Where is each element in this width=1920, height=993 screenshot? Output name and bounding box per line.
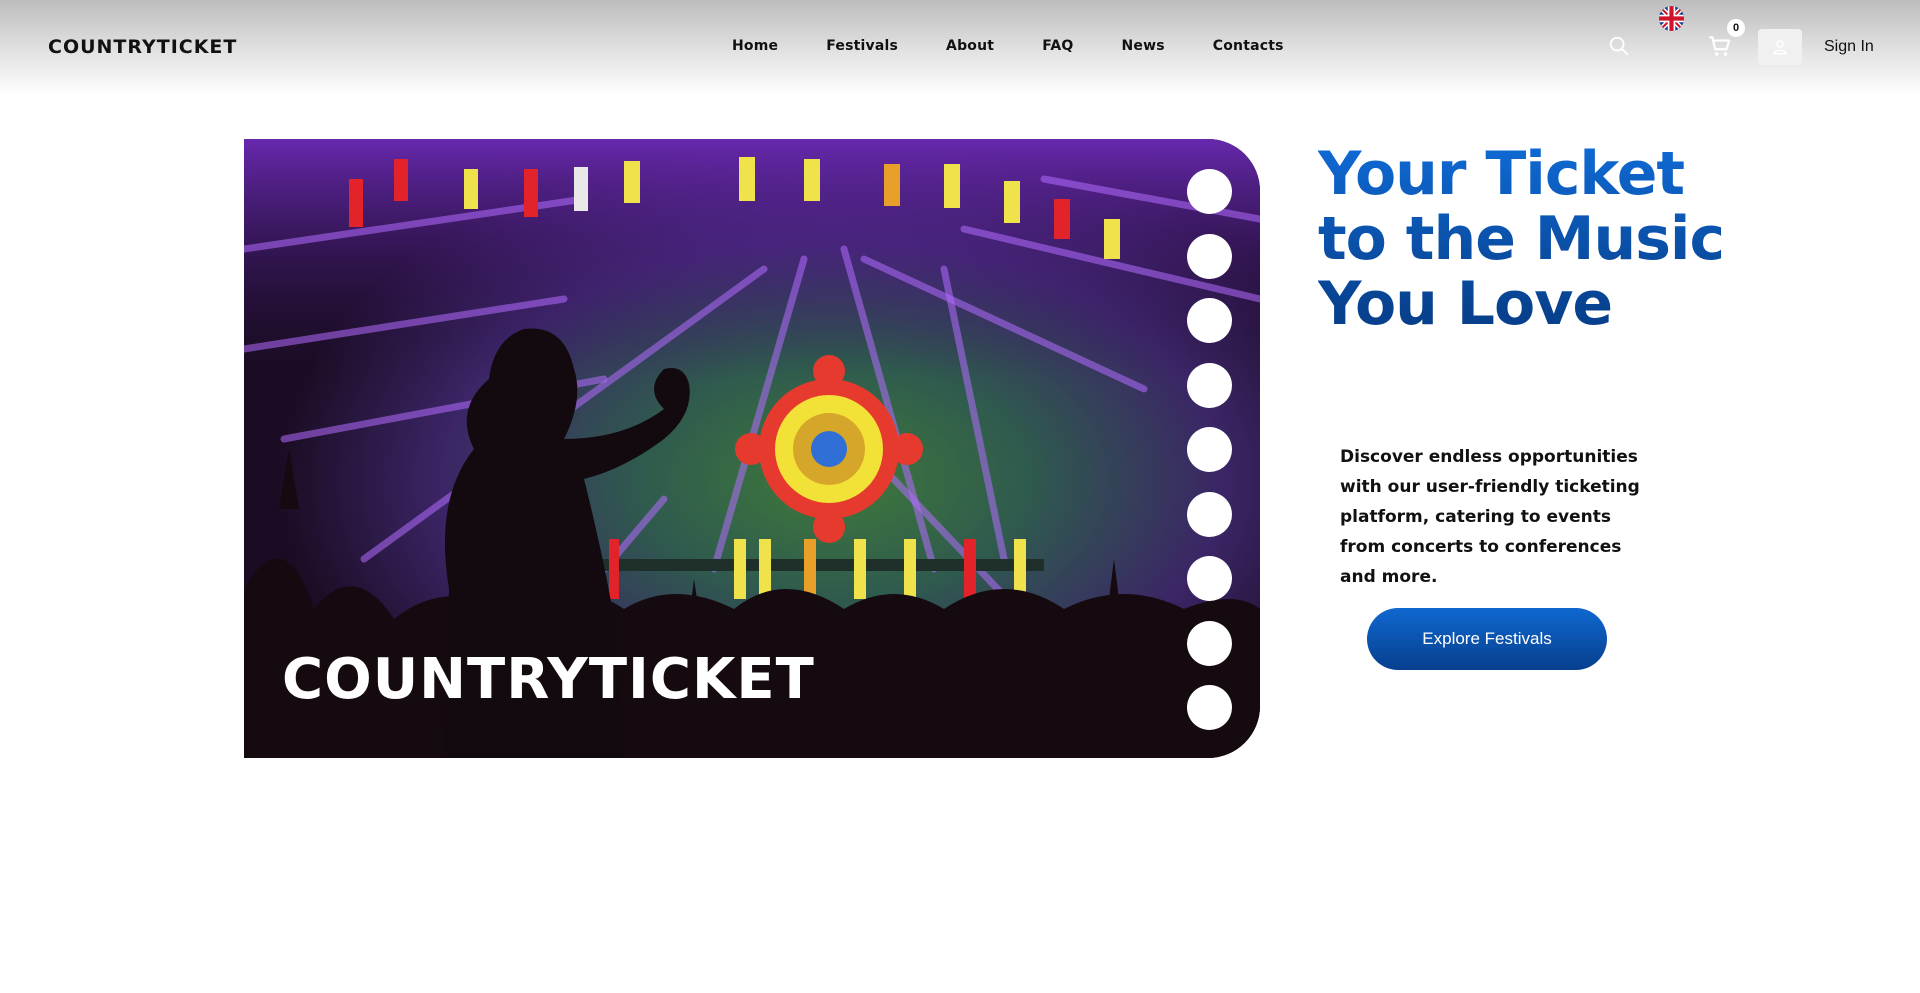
hero-description: Discover endless opportunities with our …: [1340, 447, 1640, 587]
cart-count-badge: 0: [1727, 19, 1745, 37]
user-icon: [1773, 40, 1787, 55]
ticket-perforation: [1187, 363, 1232, 408]
site-header: COUNTRYTICKET Home Festivals About FAQ N…: [0, 0, 1920, 96]
ticket-perforation: [1187, 492, 1232, 537]
nav-home[interactable]: Home: [732, 38, 778, 54]
nav-news[interactable]: News: [1121, 38, 1164, 54]
search-icon[interactable]: [1608, 35, 1630, 57]
hero-brand-text: COUNTRYTICKET: [282, 647, 815, 712]
sign-in-link[interactable]: Sign In: [1824, 38, 1874, 56]
ticket-perforation: [1187, 169, 1232, 214]
hero-image: COUNTRYTICKET: [244, 139, 1260, 758]
nav-contacts[interactable]: Contacts: [1213, 38, 1284, 54]
main-nav: Home Festivals About FAQ News Contacts: [732, 38, 1332, 54]
ticket-perforation: [1187, 556, 1232, 601]
cart-icon[interactable]: [1707, 33, 1733, 59]
hero-headline: Your Ticket to the Music You Love: [1318, 142, 1738, 337]
user-account-button[interactable]: [1758, 29, 1802, 65]
nav-festivals[interactable]: Festivals: [826, 38, 898, 54]
ticket-perforation: [1187, 298, 1232, 343]
ticket-perforation: [1187, 621, 1232, 666]
nav-faq[interactable]: FAQ: [1042, 38, 1073, 54]
ticket-perforation: [1187, 427, 1232, 472]
site-logo[interactable]: COUNTRYTICKET: [48, 36, 237, 58]
ticket-perforation: [1187, 685, 1232, 730]
uk-flag-icon[interactable]: [1659, 6, 1684, 31]
explore-festivals-button[interactable]: Explore Festivals: [1367, 608, 1607, 670]
ticket-perforation: [1187, 234, 1232, 279]
nav-about[interactable]: About: [946, 38, 994, 54]
